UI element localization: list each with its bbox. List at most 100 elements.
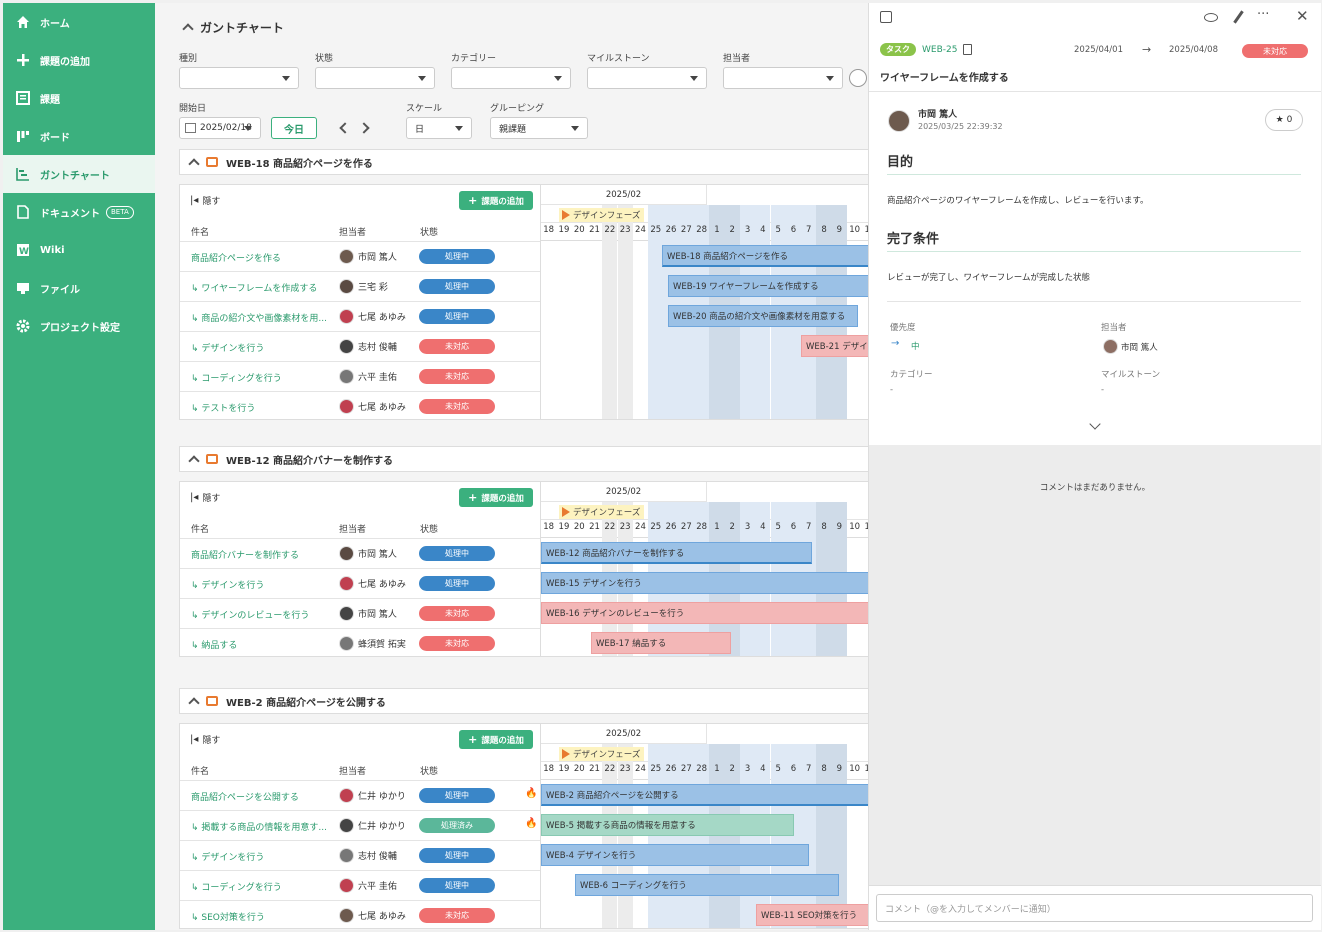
issue-name-link[interactable]: ↳ 掲載する商品の情報を用意す... <box>191 820 327 833</box>
filter-milestone-select[interactable] <box>587 67 707 89</box>
open-external-icon[interactable] <box>880 11 892 23</box>
gantt-bar[interactable]: WEB-16 デザインのレビューを行う <box>541 602 868 624</box>
next-arrow-icon[interactable] <box>358 122 370 134</box>
gantt-bar[interactable]: WEB-15 デザインを行う <box>541 572 868 594</box>
close-icon[interactable]: ✕ <box>1296 7 1309 25</box>
issue-name-link[interactable]: ↳ デザインを行う <box>191 341 264 354</box>
status-badge[interactable]: 処理中 <box>419 309 495 324</box>
issue-name-link[interactable]: ↳ デザインを行う <box>191 578 264 591</box>
status-badge[interactable]: 処理中 <box>419 546 495 561</box>
more-icon[interactable]: ··· <box>1257 7 1269 22</box>
filter-assignee-select[interactable] <box>723 67 843 89</box>
add-issue-button[interactable]: + 課題の追加 <box>459 191 533 210</box>
issue-name-link[interactable]: ↳ デザインのレビューを行う <box>191 608 309 621</box>
gantt-bar[interactable]: WEB-20 商品の紹介文や画像素材を用意する <box>668 305 858 327</box>
copy-clipboard-icon[interactable] <box>963 44 973 55</box>
comment-input[interactable]: コメント（@を入力してメンバーに通知） <box>876 894 1313 922</box>
avatar <box>339 399 354 414</box>
gantt-bar[interactable]: WEB-2 商品紹介ページを公開する <box>541 784 868 806</box>
nav-issues[interactable]: 課題 <box>3 79 155 117</box>
issue-name-link[interactable]: ↳ テストを行う <box>191 401 255 414</box>
status-badge[interactable]: 未対応 <box>419 908 495 923</box>
status-badge[interactable]: 未対応 <box>419 606 495 621</box>
gantt-bar[interactable]: WEB-19 ワイヤーフレームを作成する <box>668 275 868 297</box>
gantt-bar[interactable]: WEB-6 コーディングを行う <box>575 874 839 896</box>
issue-name-link[interactable]: ↳ コーディングを行う <box>191 880 282 893</box>
issue-name-link[interactable]: 商品紹介バナーを制作する <box>191 548 299 561</box>
day-label: 25 <box>650 225 662 235</box>
hide-toggle[interactable]: |◂ 隠す <box>190 194 220 207</box>
hide-toggle[interactable]: |◂ 隠す <box>190 733 220 746</box>
gantt-bar[interactable]: WEB-17 納品する <box>591 632 731 654</box>
nav-project-settings[interactable]: プロジェクト設定 <box>3 307 155 345</box>
gantt-timeline: 2025/02 18 19 20 21 22 23 24 25 26 27 28 1 2 3 4 5 6 7 8 9 10… <box>540 482 868 656</box>
day-label: 19 <box>558 225 570 235</box>
filter-category-select[interactable] <box>451 67 571 89</box>
status-badge[interactable]: 処理中 <box>419 848 495 863</box>
assignee-value[interactable]: 市岡 篤人 <box>1121 341 1158 353</box>
chevron-down-icon[interactable] <box>1089 418 1101 430</box>
gantt-bar[interactable]: WEB-5 掲載する商品の情報を用意する <box>541 814 794 836</box>
issue-name-link[interactable]: 商品紹介ページを公開する <box>191 790 299 803</box>
page-title[interactable]: ガントチャート <box>182 19 284 36</box>
status-badge[interactable]: 処理中 <box>419 576 495 591</box>
edit-pencil-icon[interactable] <box>1233 10 1244 24</box>
issue-name-link[interactable]: 商品紹介ページを作る <box>191 251 281 264</box>
day-label: 10 <box>849 522 861 532</box>
grouping-select[interactable]: 親課題 <box>490 117 588 139</box>
category-value[interactable]: - <box>890 385 893 395</box>
gantt-bar[interactable]: WEB-21 デザイ <box>801 335 868 357</box>
milestone-value[interactable]: - <box>1101 385 1104 395</box>
nav-board[interactable]: ボード <box>3 117 155 155</box>
status-badge[interactable]: 未対応 <box>419 339 495 354</box>
day-label: 28 <box>696 764 708 774</box>
add-issue-button[interactable]: + 課題の追加 <box>459 488 533 507</box>
issue-status-badge[interactable]: 未対応 <box>1242 44 1308 58</box>
status-badge[interactable]: 未対応 <box>419 636 495 651</box>
day-label: 7 <box>806 522 812 532</box>
status-badge[interactable]: 処理済み <box>419 818 495 833</box>
issue-name-link[interactable]: ↳ コーディングを行う <box>191 371 282 384</box>
milestone-marker[interactable]: デザインフェーズ <box>559 208 645 222</box>
gantt-bar[interactable]: WEB-11 SEO対策を行う <box>756 904 868 926</box>
status-badge[interactable]: 処理中 <box>419 788 495 803</box>
status-badge[interactable]: 処理中 <box>419 878 495 893</box>
today-button[interactable]: 今日 <box>271 117 317 139</box>
milestone-marker[interactable]: デザインフェーズ <box>559 505 645 519</box>
issue-name-link[interactable]: ↳ 納品する <box>191 638 237 651</box>
col-header-status: 状態 <box>420 525 439 535</box>
nav-gantt[interactable]: ガントチャート <box>3 155 155 193</box>
nav-home[interactable]: ホーム <box>3 3 155 41</box>
issue-key[interactable]: WEB-25 <box>922 45 957 55</box>
status-badge[interactable]: 処理中 <box>419 249 495 264</box>
prev-arrow-icon[interactable] <box>339 122 351 134</box>
issue-name-link[interactable]: ↳ SEO対策を行う <box>191 910 265 923</box>
nav-wiki[interactable]: W Wiki <box>3 231 155 269</box>
filter-type-select[interactable] <box>179 67 299 89</box>
gantt-bar[interactable]: WEB-12 商品紹介バナーを制作する <box>541 542 812 564</box>
group-header[interactable]: WEB-12 商品紹介バナーを制作する <box>179 446 868 472</box>
status-badge[interactable]: 処理中 <box>419 279 495 294</box>
issue-name-link[interactable]: ↳ 商品の紹介文や画像素材を用... <box>191 311 327 324</box>
star-button[interactable]: ★ 0 <box>1265 109 1303 131</box>
issue-name-link[interactable]: ↳ デザインを行う <box>191 850 264 863</box>
gantt-bar[interactable]: WEB-18 商品紹介ページを作る <box>662 245 868 267</box>
status-badge[interactable]: 未対応 <box>419 369 495 384</box>
filter-status-select[interactable] <box>315 67 435 89</box>
group-header[interactable]: WEB-2 商品紹介ページを公開する <box>179 688 868 714</box>
nav-documents[interactable]: ドキュメント BETA <box>3 193 155 231</box>
priority-value[interactable]: 中 <box>911 340 920 352</box>
milestone-marker[interactable]: デザインフェーズ <box>559 747 645 761</box>
status-badge[interactable]: 未対応 <box>419 399 495 414</box>
issue-name-link[interactable]: ↳ ワイヤーフレームを作成する <box>191 281 317 294</box>
start-date-input[interactable]: 2025/02/18 <box>179 117 261 139</box>
group-header[interactable]: WEB-18 商品紹介ページを作る <box>179 149 868 175</box>
hide-toggle[interactable]: |◂ 隠す <box>190 491 220 504</box>
watch-eye-icon[interactable] <box>1204 13 1218 22</box>
add-issue-button[interactable]: + 課題の追加 <box>459 730 533 749</box>
gantt-bar[interactable]: WEB-4 デザインを行う <box>541 844 809 866</box>
user-filter-icon[interactable] <box>849 69 867 87</box>
nav-files[interactable]: ファイル <box>3 269 155 307</box>
nav-add-issue[interactable]: 課題の追加 <box>3 41 155 79</box>
scale-select[interactable]: 日 <box>406 117 472 139</box>
